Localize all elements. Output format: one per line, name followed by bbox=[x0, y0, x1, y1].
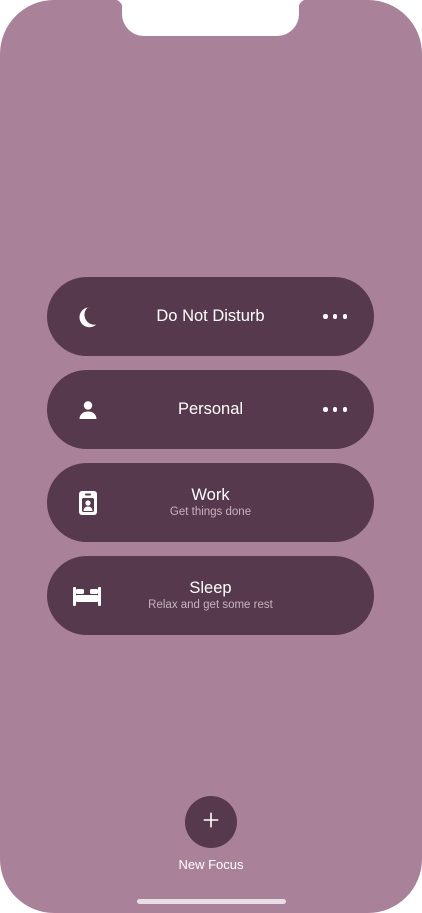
more-options-icon[interactable] bbox=[323, 311, 347, 323]
focus-screen: Do Not Disturb Personal Work Get things … bbox=[0, 0, 422, 913]
home-indicator[interactable] bbox=[137, 899, 286, 904]
focus-work[interactable]: Work Get things done bbox=[47, 463, 374, 542]
focus-title: Do Not Disturb bbox=[156, 307, 265, 325]
focus-personal[interactable]: Personal bbox=[47, 370, 374, 449]
focus-mode-list: Do Not Disturb Personal Work Get things … bbox=[47, 277, 374, 649]
phone-frame: Do Not Disturb Personal Work Get things … bbox=[0, 0, 422, 913]
notch bbox=[113, 0, 308, 36]
new-focus: New Focus bbox=[160, 796, 262, 872]
more-options-icon[interactable] bbox=[323, 404, 347, 416]
focus-title: Personal bbox=[177, 400, 244, 418]
focus-title: Sleep bbox=[189, 578, 232, 597]
focus-sleep[interactable]: Sleep Relax and get some rest bbox=[47, 556, 374, 635]
focus-do-not-disturb[interactable]: Do Not Disturb bbox=[47, 277, 374, 356]
plus-icon bbox=[203, 812, 219, 833]
new-focus-label[interactable]: New Focus bbox=[160, 857, 262, 872]
id-badge-icon bbox=[73, 488, 103, 518]
new-focus-button[interactable] bbox=[185, 796, 237, 848]
bed-icon bbox=[71, 581, 103, 611]
moon-icon bbox=[73, 302, 103, 332]
focus-subtitle: Relax and get some rest bbox=[148, 598, 273, 611]
focus-title: Work bbox=[191, 485, 230, 504]
focus-subtitle: Get things done bbox=[169, 505, 252, 518]
person-icon bbox=[73, 395, 103, 425]
